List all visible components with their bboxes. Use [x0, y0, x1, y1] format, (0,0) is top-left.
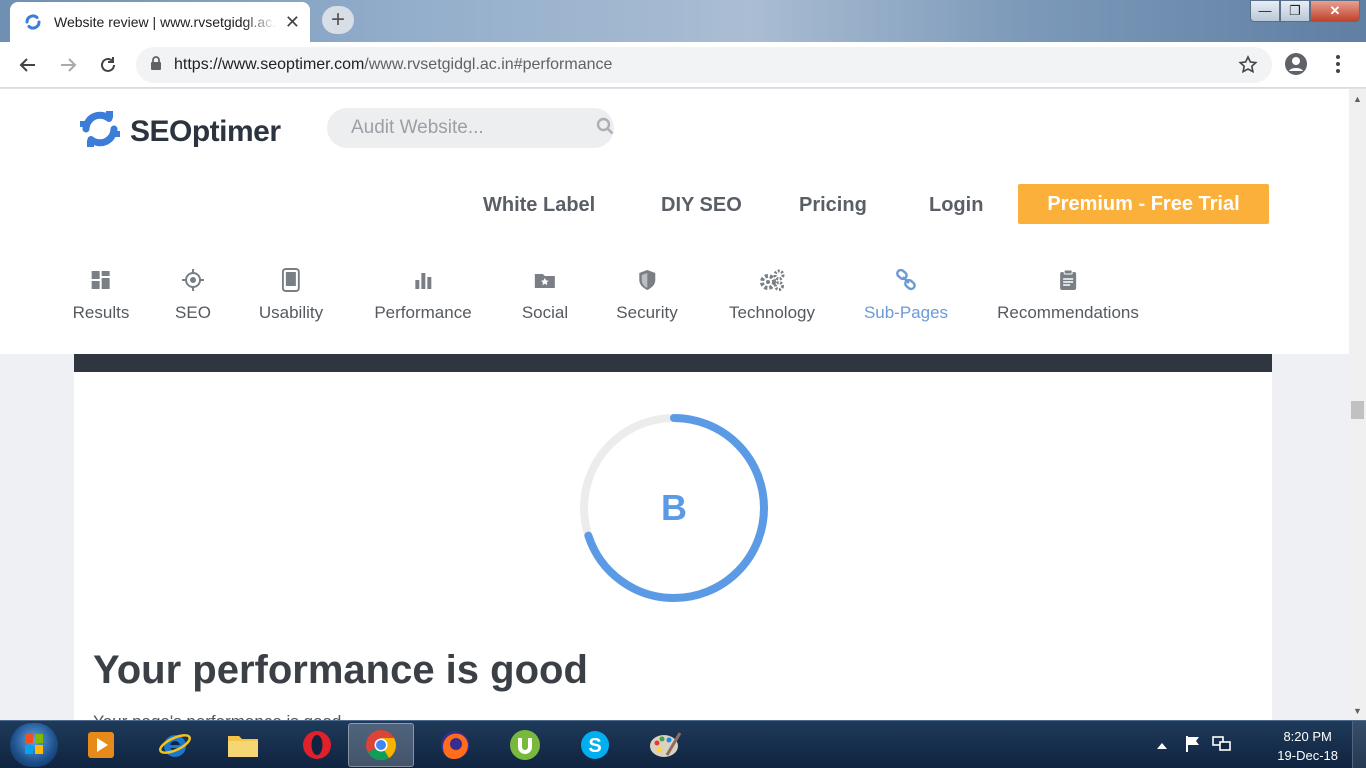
tab-title: Website review | www.rvsetgidgl.ac.in: [54, 14, 277, 30]
performance-section: B Your performance is good Your page's p…: [74, 372, 1272, 720]
taskbar-clock[interactable]: 8:20 PM 19-Dec-18: [1277, 727, 1338, 765]
performance-grade: B: [661, 487, 687, 528]
browser-tab[interactable]: Website review | www.rvsetgidgl.ac.in ✕: [10, 2, 310, 42]
internet-explorer-icon[interactable]: [142, 723, 208, 767]
nav-diy-seo[interactable]: DIY SEO: [661, 194, 742, 217]
tab-security[interactable]: Security: [616, 267, 678, 323]
nav-white-label[interactable]: White Label: [483, 194, 595, 217]
tab-label: Recommendations: [997, 303, 1139, 322]
tab-results[interactable]: Results: [72, 267, 130, 323]
tab-social[interactable]: Social: [522, 267, 568, 323]
tab-label: Usability: [258, 303, 324, 322]
utorrent-icon[interactable]: [492, 723, 558, 767]
tab-label: Results: [72, 303, 130, 322]
tab-recommendations[interactable]: Recommendations: [997, 267, 1139, 323]
target-icon: [182, 267, 204, 293]
bookmark-star-icon[interactable]: [1238, 55, 1258, 80]
performance-description: Your page's performance is good...: [93, 712, 356, 720]
premium-free-trial-button[interactable]: Premium - Free Trial: [1018, 184, 1269, 224]
tab-label: Performance: [374, 303, 472, 322]
nav-login[interactable]: Login: [929, 194, 983, 217]
url-text: https://www.seoptimer.com/www.rvsetgidgl…: [174, 56, 612, 74]
paint-icon[interactable]: [632, 723, 698, 767]
firefox-icon[interactable]: [422, 723, 488, 767]
logo-text: SEOptimer: [130, 114, 281, 148]
file-explorer-icon[interactable]: [210, 723, 276, 767]
seoptimer-logo-icon: [76, 105, 124, 158]
chrome-icon[interactable]: [348, 723, 414, 767]
reload-icon[interactable]: [88, 45, 128, 85]
tab-technology[interactable]: Technology: [729, 267, 815, 323]
lock-icon: [150, 55, 162, 75]
audit-website-input[interactable]: [351, 117, 596, 139]
site-logo[interactable]: SEOptimer: [76, 105, 281, 158]
scrollbar-thumb[interactable]: [1351, 401, 1364, 419]
audit-search-box: [327, 108, 614, 148]
windows-logo-icon: [10, 734, 58, 768]
link-icon: [895, 267, 917, 293]
page-viewport: SEOptimer White Label DIY SEO Pricing Lo…: [0, 89, 1349, 720]
tab-sub-pages[interactable]: Sub-Pages: [864, 267, 948, 323]
address-bar[interactable]: https://www.seoptimer.com/www.rvsetgidgl…: [136, 47, 1272, 83]
site-header: SEOptimer White Label DIY SEO Pricing Lo…: [0, 89, 1349, 354]
shield-icon: [637, 267, 657, 293]
tablet-icon: [282, 267, 300, 293]
close-window-button[interactable]: ✕: [1310, 0, 1360, 22]
clipboard-icon: [1059, 267, 1077, 293]
network-icon[interactable]: [1212, 735, 1232, 758]
page-scrollbar[interactable]: ▲ ▼: [1349, 89, 1366, 720]
maximize-button[interactable]: ❐: [1280, 0, 1310, 22]
clock-time: 8:20 PM: [1283, 729, 1332, 744]
performance-headline: Your performance is good: [93, 648, 588, 692]
scroll-down-arrow-icon[interactable]: ▼: [1349, 703, 1366, 720]
action-center-flag-icon[interactable]: [1184, 735, 1202, 758]
clock-date: 19-Dec-18: [1277, 748, 1338, 763]
grid-icon: [91, 267, 111, 293]
seoptimer-favicon-icon: [24, 13, 42, 31]
skype-icon[interactable]: S: [562, 723, 628, 767]
tab-usability[interactable]: Usability: [259, 267, 323, 323]
window-controls: — ❐ ✕: [1250, 0, 1360, 22]
show-desktop-button[interactable]: [1352, 721, 1366, 768]
gears-icon: [759, 267, 785, 293]
show-hidden-icons-chevron-icon[interactable]: [1156, 738, 1168, 756]
forward-arrow-icon[interactable]: [48, 45, 88, 85]
system-tray: 8:20 PM 19-Dec-18: [1156, 721, 1366, 768]
profile-avatar-icon[interactable]: [1284, 52, 1308, 81]
browser-toolbar: https://www.seoptimer.com/www.rvsetgidgl…: [0, 42, 1366, 88]
tab-close-icon[interactable]: ✕: [285, 12, 300, 33]
tab-label: Technology: [728, 303, 816, 322]
nav-pricing[interactable]: Pricing: [799, 194, 867, 217]
url-path: /www.rvsetgidgl.ac.in#performance: [364, 56, 613, 73]
tab-label: Security: [616, 303, 678, 322]
opera-icon[interactable]: [284, 723, 350, 767]
search-icon[interactable]: [596, 117, 614, 140]
browser-tab-strip: Website review | www.rvsetgidgl.ac.in ✕ …: [0, 0, 1366, 42]
bar-chart-icon: [414, 267, 432, 293]
scroll-up-arrow-icon[interactable]: ▲: [1349, 91, 1366, 108]
new-tab-button[interactable]: +: [322, 6, 354, 34]
tab-performance[interactable]: Performance: [374, 267, 472, 323]
back-arrow-icon[interactable]: [8, 45, 48, 85]
folder-star-icon: [534, 267, 556, 293]
section-header-bar: [74, 354, 1272, 372]
tab-label: Social: [521, 303, 569, 322]
tab-label: SEO: [175, 303, 211, 322]
windows-taskbar: S 8:20 PM 19-Dec-18: [0, 720, 1366, 768]
media-player-icon[interactable]: [68, 723, 134, 767]
report-tabs: Results SEO Usability Performance Social…: [0, 267, 1349, 327]
tab-label: Sub-Pages: [863, 303, 949, 322]
start-button[interactable]: [10, 723, 58, 767]
url-host: https://www.seoptimer.com: [174, 56, 365, 73]
browser-menu-icon[interactable]: [1330, 52, 1346, 81]
minimize-button[interactable]: —: [1250, 0, 1280, 22]
svg-text:S: S: [588, 735, 601, 757]
tab-seo[interactable]: SEO: [175, 267, 211, 323]
performance-grade-gauge: B: [578, 412, 770, 604]
